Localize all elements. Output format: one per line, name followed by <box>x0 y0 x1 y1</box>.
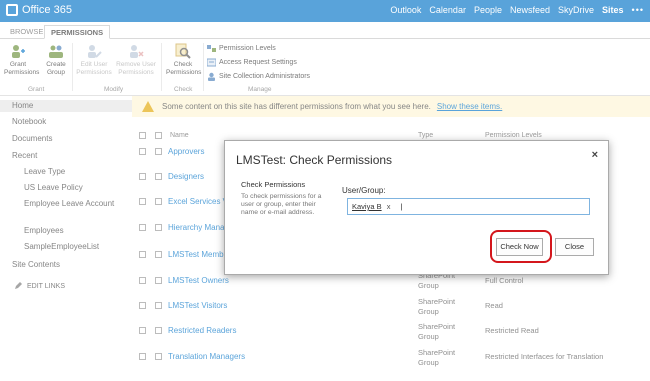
resolved-user-token[interactable]: Kaviya B <box>352 202 382 211</box>
user-group-input[interactable]: Kaviya B x | <box>347 198 590 215</box>
check-permissions-dialog: LMSTest: Check Permissions × Check Permi… <box>224 140 609 275</box>
text-caret: | <box>400 202 403 211</box>
remove-user-icon[interactable]: x <box>387 202 391 211</box>
highlight-annotation <box>490 230 552 263</box>
section-description: To check permissions for a user or group… <box>241 193 322 217</box>
dialog-title: LMSTest: Check Permissions <box>236 153 393 167</box>
close-button[interactable]: Close <box>555 238 594 256</box>
close-icon[interactable]: × <box>592 149 598 161</box>
section-title: Check Permissions <box>241 180 306 189</box>
user-group-label: User/Group: <box>342 186 386 195</box>
